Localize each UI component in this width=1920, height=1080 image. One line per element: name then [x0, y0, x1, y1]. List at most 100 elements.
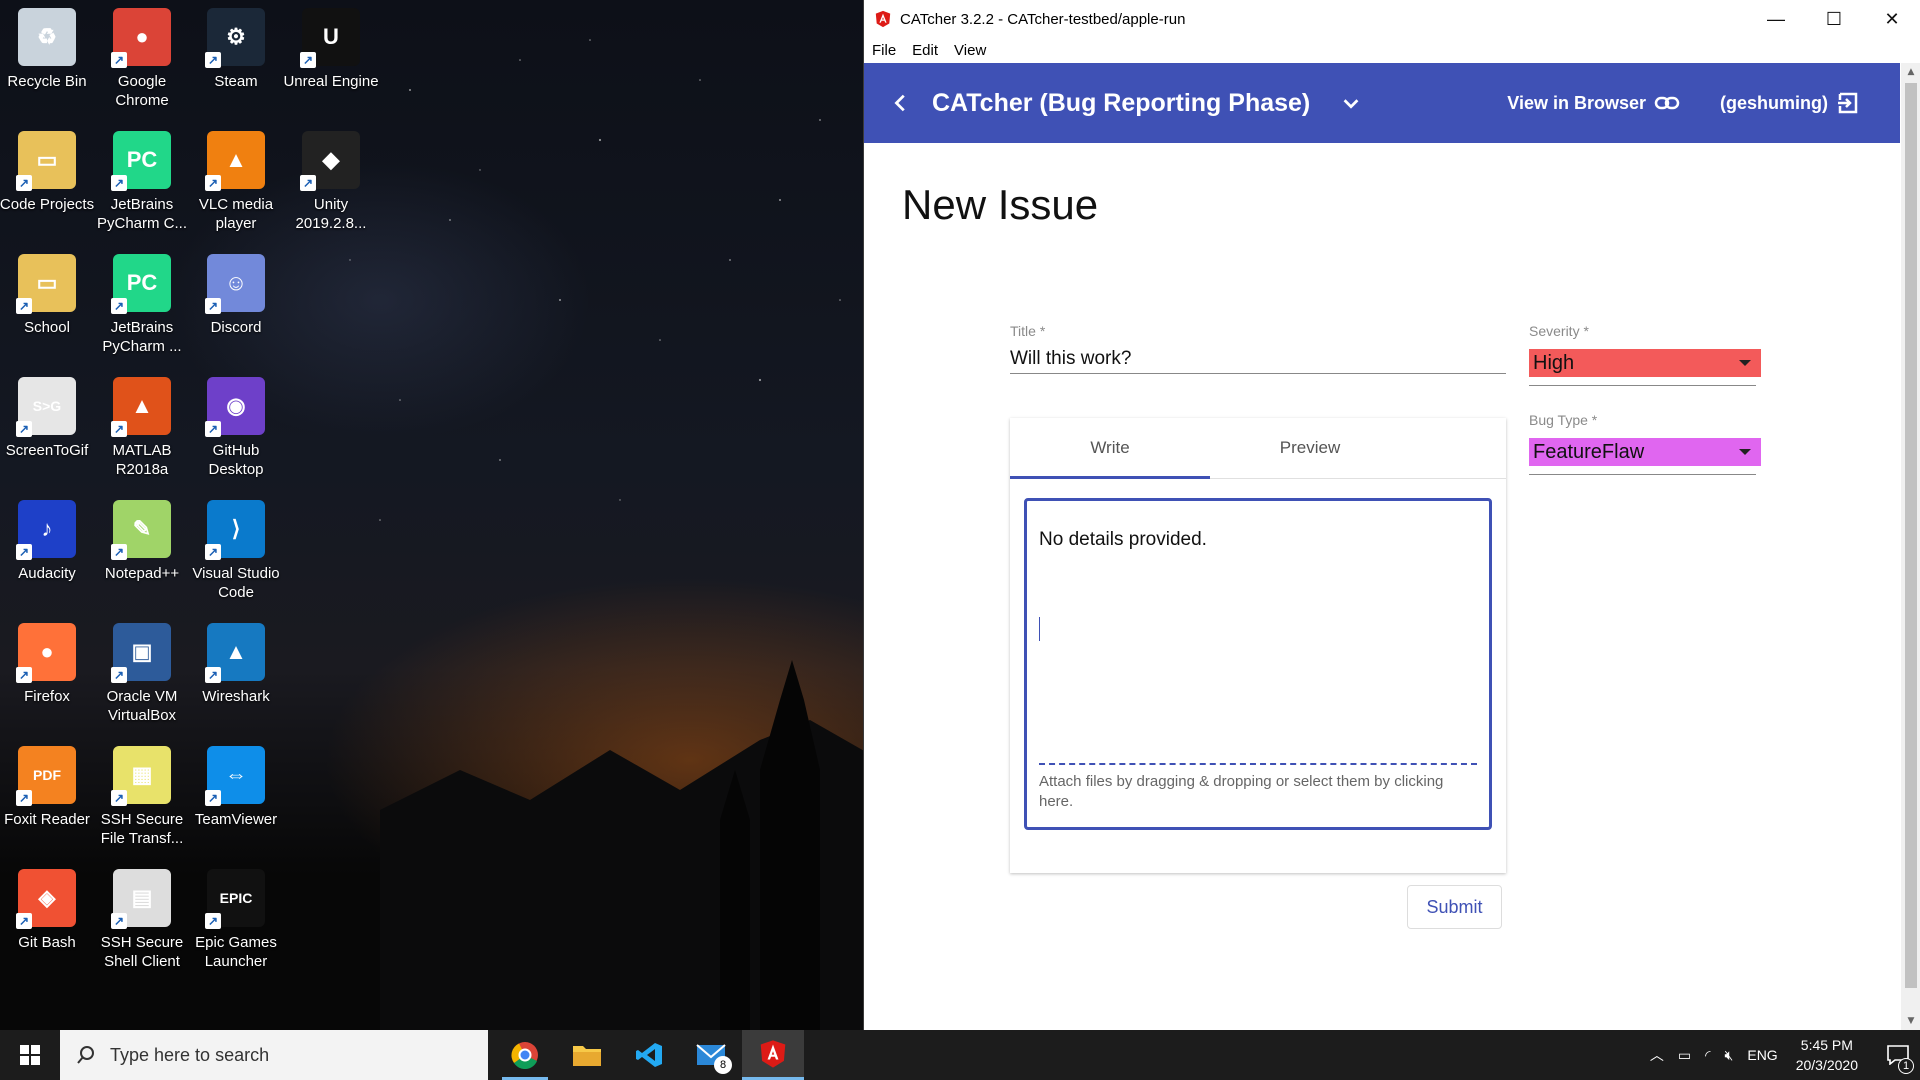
desktop-shortcut[interactable]: ● ↗ Firefox [1, 615, 93, 733]
desktop-shortcut[interactable]: PC ↗ JetBrains PyCharm C... [96, 123, 188, 241]
shortcut-arrow-icon: ↗ [16, 298, 32, 314]
unreal-engine-icon: U ↗ [300, 8, 360, 68]
desktop-shortcut[interactable]: ▲ ↗ VLC media player [190, 123, 282, 241]
notification-count: 1 [1898, 1058, 1914, 1074]
icon-glyph: ☺ [224, 270, 248, 295]
ssh-file-transfer-icon: ▦ ↗ [111, 746, 171, 806]
show-hidden-icons-icon[interactable]: ︿ [1650, 1045, 1664, 1065]
taskbar-chrome[interactable] [494, 1030, 556, 1080]
severity-select[interactable]: High [1529, 349, 1761, 377]
desktop-shortcut[interactable]: ✎ ↗ Notepad++ [96, 492, 188, 610]
desktop-shortcut[interactable]: ▭ ↗ Code Projects [0, 123, 94, 241]
logout-button[interactable]: (geshuming) [1720, 91, 1860, 115]
attach-files-hint[interactable]: Attach files by dragging & dropping or s… [1039, 772, 1459, 812]
desktop-shortcut-label: Steam [214, 73, 258, 90]
desktop-shortcut[interactable]: ▣ ↗ Oracle VM VirtualBox [96, 615, 188, 733]
icon-glyph: ◈ [38, 885, 56, 910]
desktop-shortcut-label: ScreenToGif [5, 442, 89, 459]
desktop-shortcut[interactable]: PDF ↗ Foxit Reader [1, 738, 93, 856]
icon-glyph: S>G [32, 398, 62, 414]
battery-icon[interactable]: ▭ [1678, 1047, 1691, 1064]
desktop-shortcut[interactable]: ⚙ ↗ Steam [190, 0, 282, 118]
tab-write[interactable]: Write [1010, 418, 1210, 479]
desktop-shortcut[interactable]: ▲ ↗ Wireshark [190, 615, 282, 733]
icon-glyph: ▦ [131, 762, 153, 787]
shortcut-arrow-icon: ↗ [111, 421, 127, 437]
submit-button[interactable]: Submit [1407, 885, 1502, 929]
language-indicator[interactable]: ENG [1747, 1047, 1777, 1063]
desktop-shortcut[interactable]: ♪ ↗ Audacity [1, 492, 93, 610]
desktop-shortcut[interactable]: ◆ ↗ Unity 2019.2.8... [285, 123, 377, 241]
menu-view[interactable]: View [954, 42, 986, 59]
github-desktop-icon: ◉ ↗ [205, 377, 265, 437]
desktop-shortcut[interactable]: ◉ ↗ GitHub Desktop [190, 369, 282, 487]
desktop-shortcut[interactable]: EPIC ↗ Epic Games Launcher [190, 861, 282, 979]
scrollbar-thumb[interactable] [1905, 83, 1917, 988]
desktop-shortcut[interactable]: ▦ ↗ SSH Secure File Transf... [96, 738, 188, 856]
vertical-scrollbar[interactable]: ▲ ▼ [1901, 63, 1920, 1030]
desktop-shortcut[interactable]: PC ↗ JetBrains PyCharm ... [96, 246, 188, 364]
description-textarea[interactable]: No details provided. Attach files by dra… [1024, 498, 1492, 830]
description-text: No details provided. [1039, 529, 1207, 550]
chevron-down-icon[interactable] [1340, 92, 1362, 114]
desktop-shortcut-label: Wireshark [202, 688, 270, 705]
title-bar[interactable]: CATcher 3.2.2 - CATcher-testbed/apple-ru… [864, 0, 1920, 38]
title-label: Title * [1010, 323, 1046, 339]
close-button[interactable]: ✕ [1863, 0, 1920, 38]
icon-glyph: ● [135, 24, 149, 49]
text-cursor [1039, 617, 1040, 641]
desktop-shortcut[interactable]: ⟩ ↗ Visual Studio Code [190, 492, 282, 610]
menu-edit[interactable]: Edit [912, 42, 938, 59]
action-center-button[interactable]: 1 [1876, 1030, 1920, 1080]
title-input[interactable] [1010, 345, 1506, 374]
google-chrome-icon: ● ↗ [111, 8, 171, 68]
taskbar-search[interactable]: Type here to search [60, 1030, 488, 1080]
start-button[interactable] [0, 1030, 60, 1080]
ssh-shell-icon: ▤ ↗ [111, 869, 171, 929]
unity-icon: ◆ ↗ [300, 131, 360, 191]
desktop-shortcut[interactable]: S>G ↗ ScreenToGif [1, 369, 93, 487]
back-arrow-icon[interactable] [890, 92, 912, 114]
taskbar-catcher[interactable] [742, 1030, 804, 1080]
desktop-shortcut[interactable]: ▲ ↗ MATLAB R2018a [96, 369, 188, 487]
clock-time: 5:45 PM [1800, 1037, 1853, 1053]
volume-muted-icon[interactable]: 🔇︎ [1725, 1047, 1734, 1064]
desktop-shortcut[interactable]: U ↗ Unreal Engine [283, 0, 379, 118]
icon-glyph: ♪ [41, 516, 53, 541]
new-issue-page: New Issue Title * Severity * High Bug Ty… [864, 143, 1900, 1030]
clock[interactable]: 5:45 PM 20/3/2020 [1796, 1035, 1858, 1075]
minimize-button[interactable]: — [1747, 0, 1805, 38]
maximize-button[interactable]: ☐ [1805, 0, 1863, 38]
shortcut-arrow-icon: ↗ [16, 667, 32, 683]
scroll-up-arrow-icon[interactable]: ▲ [1901, 63, 1920, 81]
desktop-shortcut[interactable]: ♻ Recycle Bin [1, 0, 93, 118]
taskbar-mail[interactable]: 8 [680, 1030, 742, 1080]
taskbar-vscode[interactable] [618, 1030, 680, 1080]
view-in-browser-button[interactable]: View in Browser [1507, 93, 1680, 114]
vscode-icon: ⟩ ↗ [205, 500, 265, 560]
taskbar-file-explorer[interactable] [556, 1030, 618, 1080]
desktop-shortcut[interactable]: ▭ ↗ School [1, 246, 93, 364]
scroll-down-arrow-icon[interactable]: ▼ [1901, 1012, 1920, 1030]
shortcut-arrow-icon: ↗ [111, 544, 127, 560]
wifi-icon[interactable]: ◜ [1705, 1047, 1710, 1064]
icon-glyph: ⟩ [231, 516, 241, 541]
shortcut-arrow-icon: ↗ [16, 913, 32, 929]
desktop-shortcut-label: SSH Secure File Transf... [100, 811, 184, 847]
desktop-shortcut[interactable]: ◈ ↗ Git Bash [1, 861, 93, 979]
bug-type-select[interactable]: FeatureFlaw [1529, 438, 1761, 466]
tab-preview[interactable]: Preview [1210, 418, 1410, 478]
window-title: CATcher 3.2.2 - CATcher-testbed/apple-ru… [900, 10, 1186, 28]
icon-glyph: ● [40, 639, 54, 664]
desktop-shortcut[interactable]: ● ↗ Google Chrome [96, 0, 188, 118]
mountain-silhouette [380, 660, 880, 1030]
folder-icon: ▭ ↗ [16, 131, 76, 191]
menu-file[interactable]: File [872, 42, 896, 59]
bug-type-value: FeatureFlaw [1533, 440, 1645, 463]
desktop-shortcut[interactable]: ⇔ ↗ TeamViewer [190, 738, 282, 856]
desktop-shortcut[interactable]: ▤ ↗ SSH Secure Shell Client [96, 861, 188, 979]
icon-glyph: PC [126, 147, 158, 172]
desktop-shortcut[interactable]: ☺ ↗ Discord [190, 246, 282, 364]
icon-glyph: ⇔ [225, 762, 247, 787]
icon-glyph: ◆ [322, 147, 340, 172]
